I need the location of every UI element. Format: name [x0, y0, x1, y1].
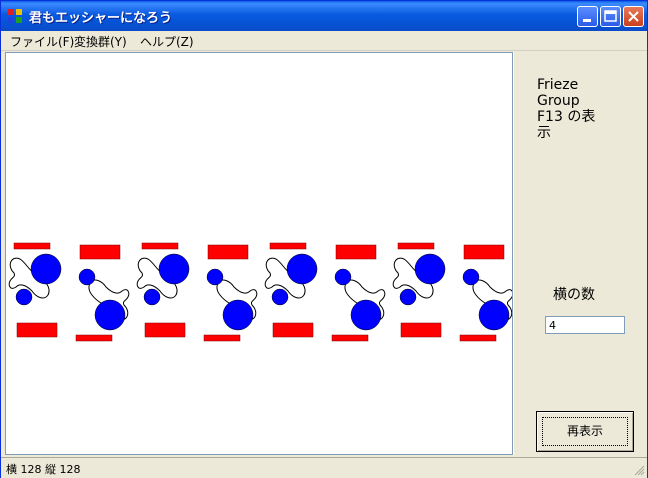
- motif-6: [331, 244, 386, 342]
- maximize-icon: [604, 10, 617, 22]
- group-title: Frieze Group F13 の表 示: [537, 77, 617, 141]
- close-button[interactable]: [623, 6, 644, 27]
- redraw-button[interactable]: 再表示: [536, 411, 634, 452]
- menu-file[interactable]: ファイル(F): [10, 33, 74, 50]
- frieze-pattern: [8, 242, 512, 342]
- count-label: 横の数: [553, 287, 595, 303]
- minimize-button[interactable]: [577, 6, 598, 27]
- group-title-line: Group: [537, 93, 580, 109]
- resize-grip-icon[interactable]: [633, 464, 645, 476]
- app-window: 君もエッシャーになろう ファイル(F) 変換群(Y) ヘルプ(Z) Frieze…: [0, 0, 648, 478]
- menu-transform-group[interactable]: 変換群(Y): [74, 33, 127, 50]
- pattern-canvas[interactable]: [5, 52, 513, 455]
- title-bar[interactable]: 君もエッシャーになろう: [1, 1, 647, 31]
- motif-5: [264, 242, 318, 338]
- status-text: 横 128 縦 128: [6, 463, 81, 476]
- panel-divider: [513, 52, 514, 455]
- motif-8: [459, 244, 512, 342]
- focus-rect: [542, 417, 628, 446]
- motif-1: [8, 242, 62, 338]
- menu-help[interactable]: ヘルプ(Z): [140, 33, 194, 50]
- motif-2: [75, 244, 130, 342]
- motif-7: [392, 242, 446, 338]
- minimize-icon: [583, 19, 591, 22]
- maximize-button[interactable]: [600, 6, 621, 27]
- menu-bar: ファイル(F) 変換群(Y) ヘルプ(Z): [1, 31, 647, 51]
- status-bar: 横 128 縦 128: [1, 457, 647, 478]
- count-input[interactable]: [545, 316, 625, 334]
- window-title: 君もエッシャーになろう: [29, 11, 173, 26]
- group-title-line: F13 の表: [537, 109, 596, 125]
- motif-3: [136, 242, 190, 338]
- motif-4: [203, 244, 258, 342]
- group-title-line: Frieze: [537, 77, 579, 93]
- app-icon[interactable]: [7, 8, 23, 24]
- close-icon: [628, 11, 639, 22]
- group-title-line: 示: [537, 125, 551, 141]
